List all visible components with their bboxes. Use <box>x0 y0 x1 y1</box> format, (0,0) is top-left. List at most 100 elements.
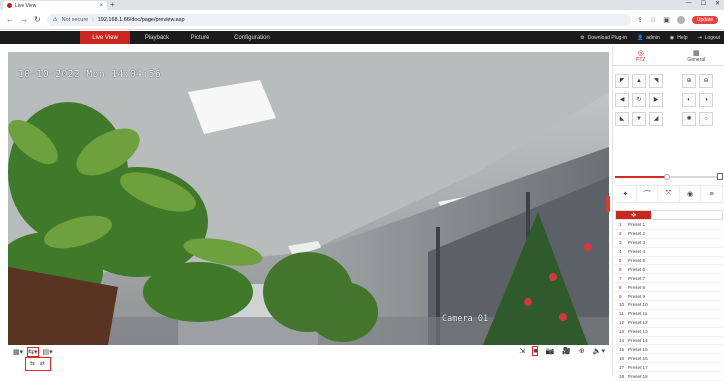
user-menu[interactable]: 👤admin <box>637 35 660 41</box>
focus-far-icon[interactable]: ◑ <box>699 93 713 107</box>
preset-name: Preset 14 <box>628 338 648 343</box>
more-icon[interactable]: ≡ <box>701 186 723 202</box>
preset-item[interactable]: 1Preset 1 <box>615 221 723 230</box>
window-layout-icon[interactable]: ▦▾ <box>13 348 23 356</box>
preset-item[interactable]: 17Preset 17 <box>615 363 723 372</box>
tab-general[interactable]: ▦ General <box>669 46 724 65</box>
maximize-button[interactable]: ☐ <box>701 0 706 7</box>
reload-icon[interactable]: ↻ <box>34 15 41 24</box>
pan-up-left-button[interactable]: ◤ <box>615 74 629 88</box>
preset-item[interactable]: 12Preset 12 <box>615 319 723 328</box>
plugin-icon: ⚙ <box>580 35 584 41</box>
zoom-out-icon[interactable]: ⊖ <box>699 74 713 88</box>
tab-patrol[interactable] <box>651 211 686 219</box>
live-video-view[interactable]: 10-10-2022 Mon 14:04:56 Camera 01 <box>8 52 609 345</box>
preset-item[interactable]: 4Preset 4 <box>615 248 723 257</box>
preset-name: Preset 12 <box>628 320 648 325</box>
lens-init-icon[interactable]: ◉ <box>680 186 702 202</box>
browser-tab[interactable]: Live View × <box>3 1 107 10</box>
tab-presets[interactable]: ✜ <box>616 211 651 219</box>
pan-up-right-button[interactable]: ◥ <box>649 74 663 88</box>
wiper-icon[interactable]: ⌒ <box>637 186 659 202</box>
panel-tabs: ◎ PTZ ▦ General <box>613 46 724 66</box>
preset-name: Preset 15 <box>628 347 648 352</box>
forward-arrow-icon[interactable]: → <box>20 15 28 24</box>
preset-item[interactable]: 3Preset 3 <box>615 239 723 248</box>
preset-item[interactable]: 6Preset 6 <box>615 265 723 274</box>
audio-icon[interactable]: 🔈▾ <box>593 347 605 355</box>
preset-number: 14 <box>619 338 628 343</box>
nav-picture[interactable]: Picture <box>180 31 220 44</box>
tab-close-icon[interactable]: × <box>99 3 103 9</box>
stream-type-popup: ⇆ ⇄ <box>25 357 51 371</box>
preset-item[interactable]: 11Preset 11 <box>615 310 723 319</box>
capture-icon[interactable]: 📷 <box>545 347 554 355</box>
preset-number: 16 <box>619 356 628 361</box>
preset-item[interactable]: 7Preset 7 <box>615 274 723 283</box>
pan-left-button[interactable]: ◀ <box>615 93 629 107</box>
preset-item[interactable]: 13Preset 13 <box>615 328 723 337</box>
stream-type-icon[interactable]: ⇆▾ <box>28 348 37 356</box>
browser-tab-bar: Live View × + — ☐ ✕ <box>0 0 724 10</box>
pan-up-button[interactable]: ▲ <box>632 74 646 88</box>
panel-collapse-handle[interactable] <box>606 196 610 212</box>
preset-item[interactable]: 18Preset 18 <box>615 372 723 381</box>
nav-live-view[interactable]: Live View <box>80 31 130 44</box>
tab-pattern[interactable] <box>687 211 722 219</box>
record-icon[interactable]: 🎥 <box>562 347 571 355</box>
ptz-speed-slider[interactable] <box>615 174 723 180</box>
preset-item[interactable]: 15Preset 15 <box>615 345 723 354</box>
nav-playback[interactable]: Playback <box>134 31 180 44</box>
sidebar-icon[interactable]: ▣ <box>663 16 670 24</box>
preset-item[interactable]: 9Preset 9 <box>615 292 723 301</box>
zoom-icon[interactable]: ⊕ <box>579 347 585 355</box>
preset-number: 9 <box>619 294 628 299</box>
browser-tab-title: Live View <box>15 3 96 9</box>
ptz-icon: ◎ <box>638 49 644 57</box>
preset-name: Preset 17 <box>628 365 648 370</box>
preset-item[interactable]: 2Preset 2 <box>615 230 723 239</box>
preset-name: Preset 1 <box>628 222 645 227</box>
iris-open-icon[interactable]: ✺ <box>682 112 696 126</box>
iris-close-icon[interactable]: ○ <box>699 112 713 126</box>
preset-item[interactable]: 8Preset 8 <box>615 283 723 292</box>
aspect-ratio-icon[interactable]: ▤▾ <box>43 348 53 356</box>
url-input[interactable]: ⚠ Not secure | 192.168.1.66/doc/page/pre… <box>47 14 631 26</box>
share-icon[interactable]: ⇪ <box>637 16 643 24</box>
preset-number: 8 <box>619 285 628 290</box>
preset-item[interactable]: 10Preset 10 <box>615 301 723 310</box>
light-icon[interactable]: ✦ <box>615 186 637 202</box>
digital-zoom-icon[interactable]: ⇲ <box>519 347 525 355</box>
new-tab-button[interactable]: + <box>110 0 115 9</box>
update-button[interactable]: Update <box>692 16 718 24</box>
video-frame <box>8 52 609 345</box>
preset-item[interactable]: 5Preset 5 <box>615 257 723 266</box>
tab-ptz[interactable]: ◎ PTZ <box>613 46 669 65</box>
help-link[interactable]: ◉Help <box>670 35 688 41</box>
star-icon[interactable]: ☆ <box>650 16 656 24</box>
preset-name: Preset 2 <box>628 231 645 236</box>
pan-right-button[interactable]: ▶ <box>649 93 663 107</box>
close-window-button[interactable]: ✕ <box>715 0 720 7</box>
preset-item[interactable]: 14Preset 14 <box>615 337 723 346</box>
stop-live-view-icon[interactable]: ■ <box>533 347 537 355</box>
main-stream-icon[interactable]: ⇆ <box>30 360 35 368</box>
sub-stream-icon[interactable]: ⇄ <box>40 360 45 368</box>
pan-down-button[interactable]: ▼ <box>632 112 646 126</box>
download-plugin-link[interactable]: ⚙Download Plug-in <box>580 35 627 41</box>
minimize-button[interactable]: — <box>686 0 692 7</box>
nav-configuration[interactable]: Configuration <box>222 31 282 44</box>
pan-down-right-button[interactable]: ◢ <box>649 112 663 126</box>
preset-item[interactable]: 16Preset 16 <box>615 354 723 363</box>
pan-down-left-button[interactable]: ◣ <box>615 112 629 126</box>
slider-knob[interactable] <box>664 174 670 180</box>
profile-avatar[interactable] <box>677 16 685 24</box>
logout-link[interactable]: ⇥Logout <box>698 35 721 41</box>
focus-near-icon[interactable]: ◐ <box>682 93 696 107</box>
preset-number: 11 <box>619 311 628 316</box>
auto-pan-button[interactable]: ↻ <box>632 93 646 107</box>
video-toolbar: ▦▾ ⇆▾ ▤▾ ⇲ ■ 📷 🎥 ⊕ 🔈▾ <box>8 345 609 359</box>
zoom-in-icon[interactable]: ⊕ <box>682 74 696 88</box>
back-arrow-icon[interactable]: ← <box>6 15 14 24</box>
focus-assist-icon[interactable]: ⤧ <box>658 186 680 202</box>
